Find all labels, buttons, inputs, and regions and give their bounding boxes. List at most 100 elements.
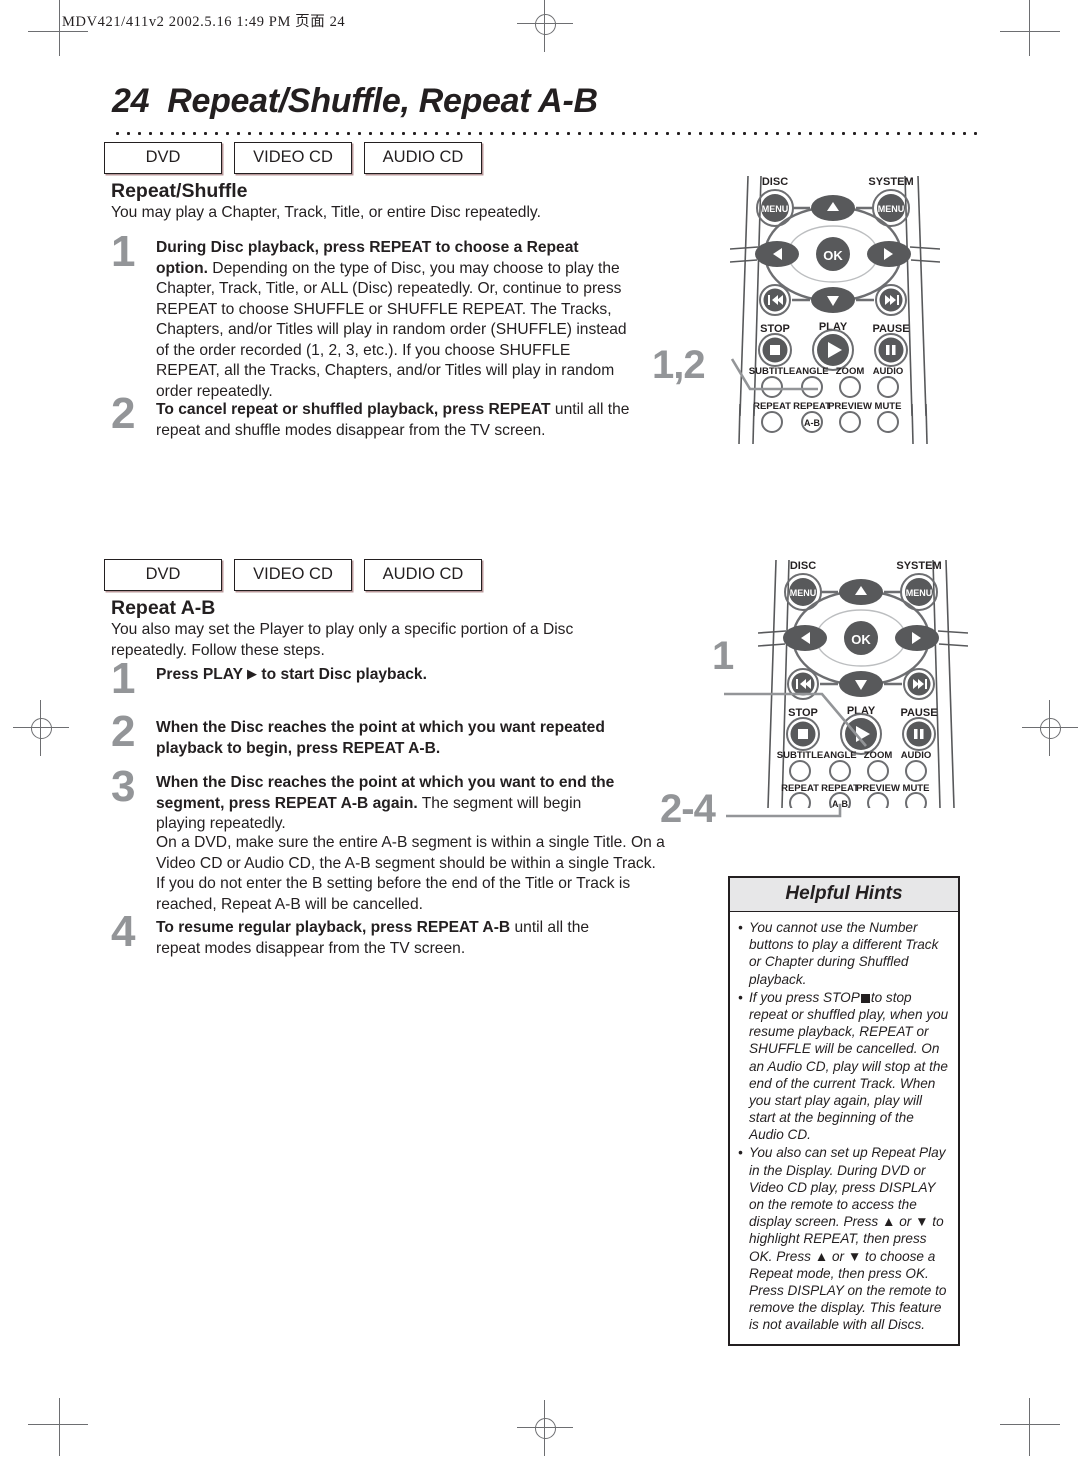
system-menu-button: MENU bbox=[900, 573, 938, 611]
step-bold-text: To resume regular playback, press REPEAT… bbox=[156, 919, 511, 936]
badge-video-cd: VIDEO CD bbox=[234, 559, 352, 591]
crop-mark-bottom-right bbox=[1000, 1398, 1060, 1456]
system-label: SYSTEM bbox=[868, 176, 913, 188]
badge-dvd: DVD bbox=[104, 559, 222, 591]
bullet-icon: • bbox=[738, 920, 743, 935]
hint-item: • You also can set up Repeat Play in the… bbox=[738, 1144, 950, 1333]
page-number: 24 bbox=[112, 82, 150, 120]
print-header-text: MDV421/411v2 2002.5.16 1:49 PM 页面 24 bbox=[62, 14, 346, 30]
svg-text:AUDIO: AUDIO bbox=[901, 750, 932, 761]
step-text: During Disc playback, press REPEAT to ch… bbox=[156, 238, 631, 402]
helpful-hints-body: • You cannot use the Number buttons to p… bbox=[730, 912, 958, 1344]
svg-text:ZOOM: ZOOM bbox=[836, 366, 865, 377]
svg-text:AUDIO: AUDIO bbox=[873, 366, 904, 377]
hint-text: You also can set up Repeat Play in the D… bbox=[749, 1145, 947, 1333]
preview-button bbox=[839, 411, 861, 433]
audio-button bbox=[877, 376, 899, 398]
hint-text-pre: If you press STOP bbox=[749, 989, 860, 1005]
step-text: To cancel repeat or shuffled playback, p… bbox=[156, 400, 631, 441]
callout-leader-repeat-ab bbox=[726, 804, 842, 818]
svg-text:OK: OK bbox=[823, 248, 843, 263]
svg-text:SYSTEM: SYSTEM bbox=[896, 560, 941, 572]
step-bold-text: To cancel repeat or shuffled playback, p… bbox=[156, 401, 551, 418]
play-label: PLAY bbox=[819, 321, 848, 333]
right-button bbox=[867, 241, 911, 267]
badge-audio-cd: AUDIO CD bbox=[364, 142, 482, 174]
zoom-button bbox=[839, 376, 861, 398]
hint-text-post: to stop repeat or shuffled play, when yo… bbox=[749, 989, 949, 1143]
next-button bbox=[903, 668, 935, 700]
step-number: 2 bbox=[111, 389, 136, 438]
hint-text: You cannot use the Number buttons to pla… bbox=[749, 920, 939, 987]
registration-mark-top bbox=[517, 0, 573, 52]
step-text: When the Disc reaches the point at which… bbox=[156, 718, 631, 759]
left-button bbox=[755, 241, 799, 267]
helpful-hints-box: Helpful Hints • You cannot use the Numbe… bbox=[728, 876, 960, 1346]
disc-badges-bottom: DVD VIDEO CD AUDIO CD bbox=[104, 559, 482, 591]
step-rest-text: Depending on the type of Disc, you may c… bbox=[156, 259, 627, 400]
play-triangle-icon: ▶ bbox=[247, 666, 258, 681]
section2-intro: You also may set the Player to play only… bbox=[111, 621, 574, 659]
step-number: 2 bbox=[111, 707, 136, 756]
disc-menu-button: MENU bbox=[756, 189, 794, 227]
disc-badges-top: DVD VIDEO CD AUDIO CD bbox=[104, 142, 482, 174]
callout-leader-top bbox=[730, 358, 818, 391]
step-number: 1 bbox=[111, 654, 136, 703]
registration-mark-bottom bbox=[517, 1400, 573, 1456]
next-button bbox=[875, 284, 907, 316]
audio-button bbox=[905, 760, 927, 782]
svg-text:ZOOM: ZOOM bbox=[864, 750, 893, 761]
mute-button bbox=[877, 411, 899, 433]
section-heading-repeat-ab: Repeat A-B bbox=[111, 597, 216, 619]
system-menu-button: MENU bbox=[872, 189, 910, 227]
step-number: 4 bbox=[111, 907, 136, 956]
svg-text:DISC: DISC bbox=[790, 560, 816, 572]
up-button bbox=[811, 195, 855, 221]
pause-button bbox=[902, 717, 936, 751]
step-text: Press PLAY ▶ to start Disc playback. bbox=[156, 665, 631, 686]
callout-step-1: 1 bbox=[712, 634, 734, 678]
helpful-hints-title: Helpful Hints bbox=[730, 878, 958, 912]
callout-steps-1-2: 1,2 bbox=[652, 343, 706, 387]
section1-intro: You may play a Chapter, Track, Title, or… bbox=[111, 204, 541, 221]
svg-text:MENU: MENU bbox=[762, 204, 789, 214]
step-1-repeat-ab: 1 Press PLAY ▶ to start Disc playback. bbox=[111, 657, 631, 701]
preview-button bbox=[867, 792, 889, 814]
section-heading-repeat-shuffle: Repeat/Shuffle bbox=[111, 180, 248, 202]
registration-mark-left bbox=[13, 700, 69, 756]
crop-mark-bottom-left bbox=[28, 1398, 88, 1456]
disc-menu-button: MENU bbox=[784, 573, 822, 611]
stop-square-icon bbox=[860, 993, 870, 1003]
callout-leader-play bbox=[724, 692, 867, 747]
mute-button bbox=[905, 792, 927, 814]
step-2-repeat-ab: 2 When the Disc reaches the point at whi… bbox=[111, 710, 631, 759]
hint-item: • You cannot use the Number buttons to p… bbox=[738, 919, 950, 988]
step-2-repeat-shuffle: 2 To cancel repeat or shuffled playback,… bbox=[111, 392, 631, 441]
left-button bbox=[783, 625, 827, 651]
pause-button bbox=[874, 333, 908, 367]
badge-video-cd: VIDEO CD bbox=[234, 142, 352, 174]
zoom-button bbox=[867, 760, 889, 782]
right-button bbox=[895, 625, 939, 651]
badge-dvd: DVD bbox=[104, 142, 222, 174]
svg-text:OK: OK bbox=[851, 632, 871, 647]
badge-audio-cd: AUDIO CD bbox=[364, 559, 482, 591]
step-4-repeat-ab: 4 To resume regular playback, press REPE… bbox=[111, 910, 631, 959]
hint-item: • If you press STOP to stop repeat or shu… bbox=[738, 989, 950, 1144]
step-text: To resume regular playback, press REPEAT… bbox=[156, 918, 631, 959]
svg-text:MENU: MENU bbox=[878, 204, 905, 214]
step-text: When the Disc reaches the point at which… bbox=[156, 773, 631, 835]
step-bold-text: When the Disc reaches the point at which… bbox=[156, 719, 605, 757]
down-button bbox=[811, 287, 855, 313]
up-button bbox=[839, 579, 883, 605]
svg-text:MENU: MENU bbox=[790, 588, 817, 598]
step-bold-text: Press PLAY bbox=[156, 666, 243, 683]
step-3-note: On a DVD, make sure the entire A-B segme… bbox=[156, 834, 665, 913]
step-number: 1 bbox=[111, 227, 136, 276]
bullet-icon: • bbox=[738, 989, 743, 1005]
page-title: 24 Repeat/Shuffle, Repeat A-B bbox=[112, 82, 598, 121]
svg-text:MENU: MENU bbox=[906, 588, 933, 598]
disc-label: DISC bbox=[762, 176, 788, 188]
page-title-text: Repeat/Shuffle, Repeat A-B bbox=[167, 82, 598, 120]
registration-mark-right bbox=[1022, 700, 1078, 756]
